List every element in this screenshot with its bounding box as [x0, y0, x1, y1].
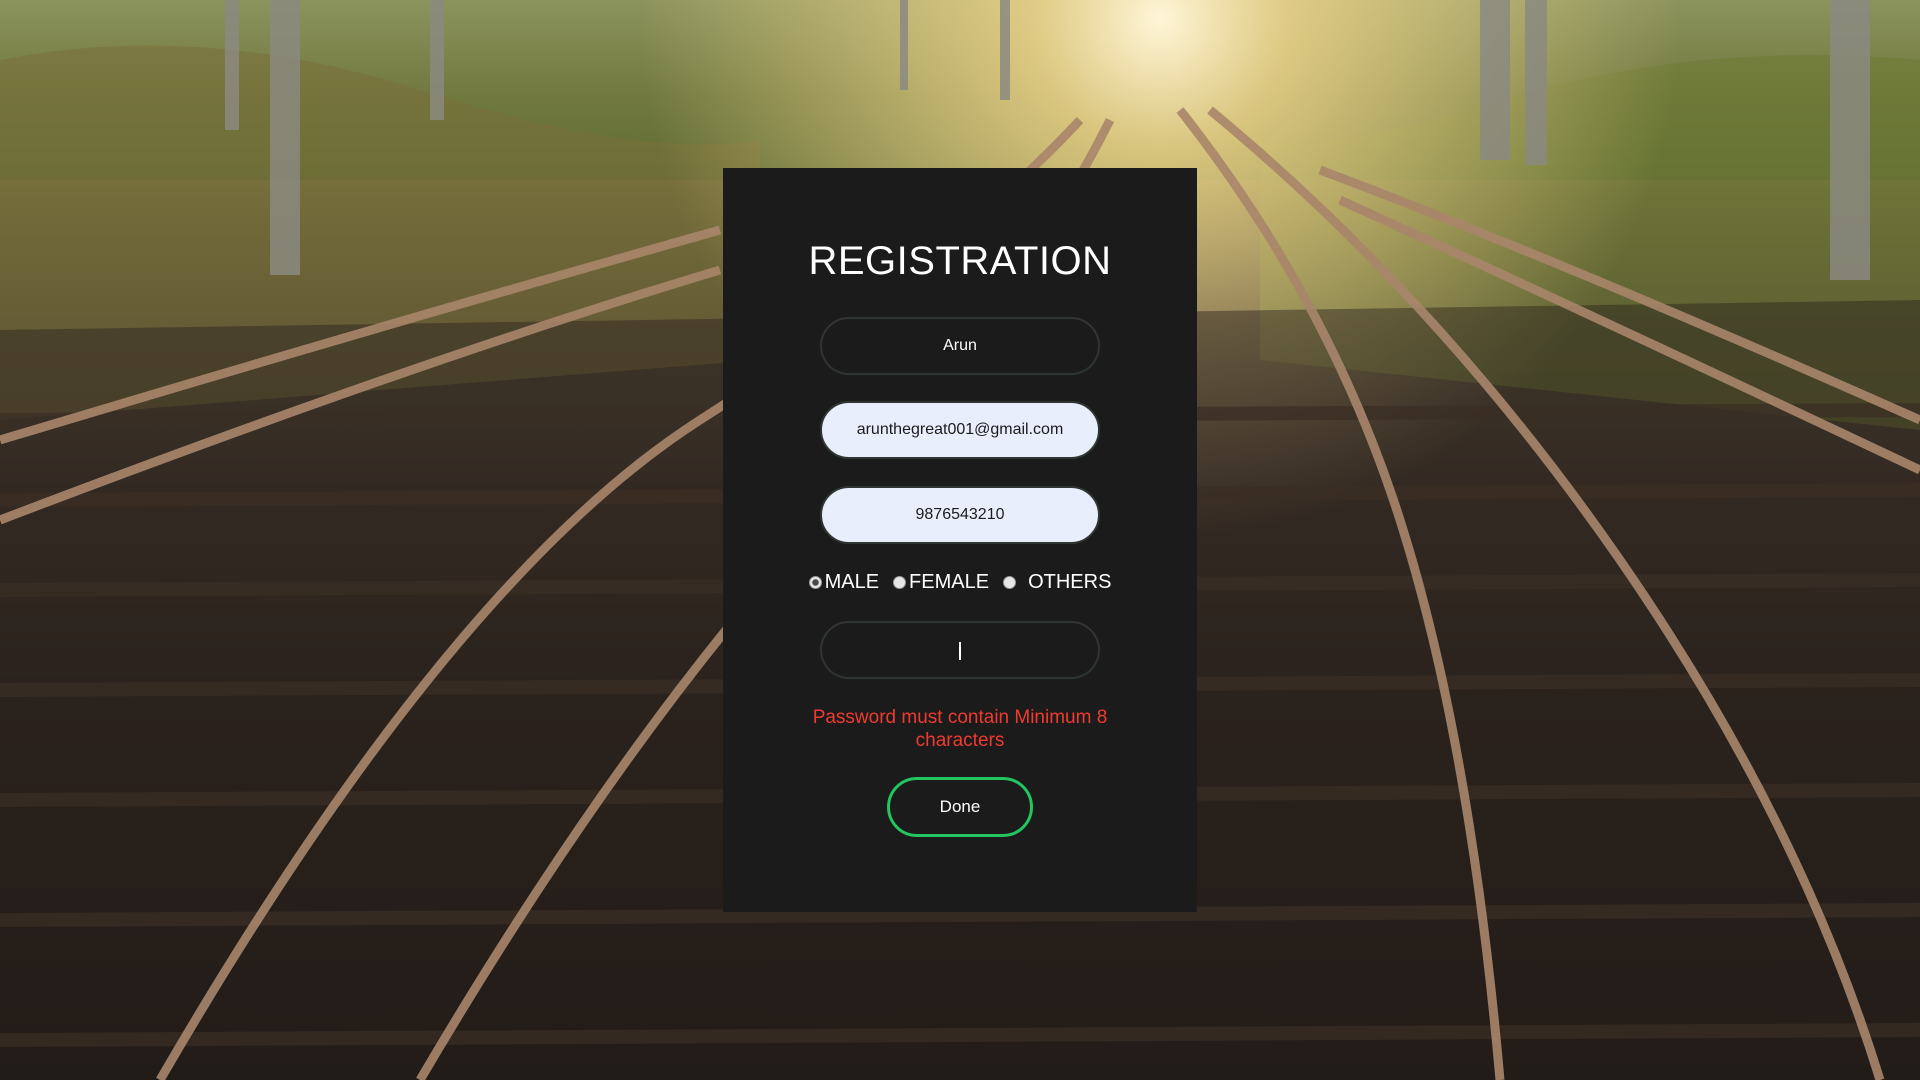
- gender-option-female[interactable]: FEMALE: [893, 571, 989, 594]
- gender-option-male[interactable]: MALE: [808, 571, 880, 594]
- others-label: OTHERS: [1028, 571, 1112, 593]
- name-input[interactable]: [820, 317, 1100, 375]
- registration-title: REGISTRATION: [808, 239, 1112, 283]
- male-radio[interactable]: [808, 576, 822, 589]
- gender-radio-group: MALE FEMALE OTHERS: [723, 571, 1197, 594]
- female-label: FEMALE: [909, 571, 990, 593]
- registration-card: REGISTRATION MALE FEMALE OTHERS Password…: [723, 168, 1197, 912]
- email-input[interactable]: [820, 401, 1100, 459]
- others-radio[interactable]: [1003, 576, 1017, 589]
- female-radio[interactable]: [893, 576, 907, 589]
- phone-input[interactable]: [820, 486, 1100, 544]
- gender-option-others[interactable]: OTHERS: [1003, 571, 1111, 594]
- male-label: MALE: [824, 571, 880, 593]
- password-error-message: Password must contain Minimum 8 characte…: [812, 707, 1108, 751]
- done-button[interactable]: Done: [887, 777, 1033, 837]
- text-caret: [959, 642, 961, 660]
